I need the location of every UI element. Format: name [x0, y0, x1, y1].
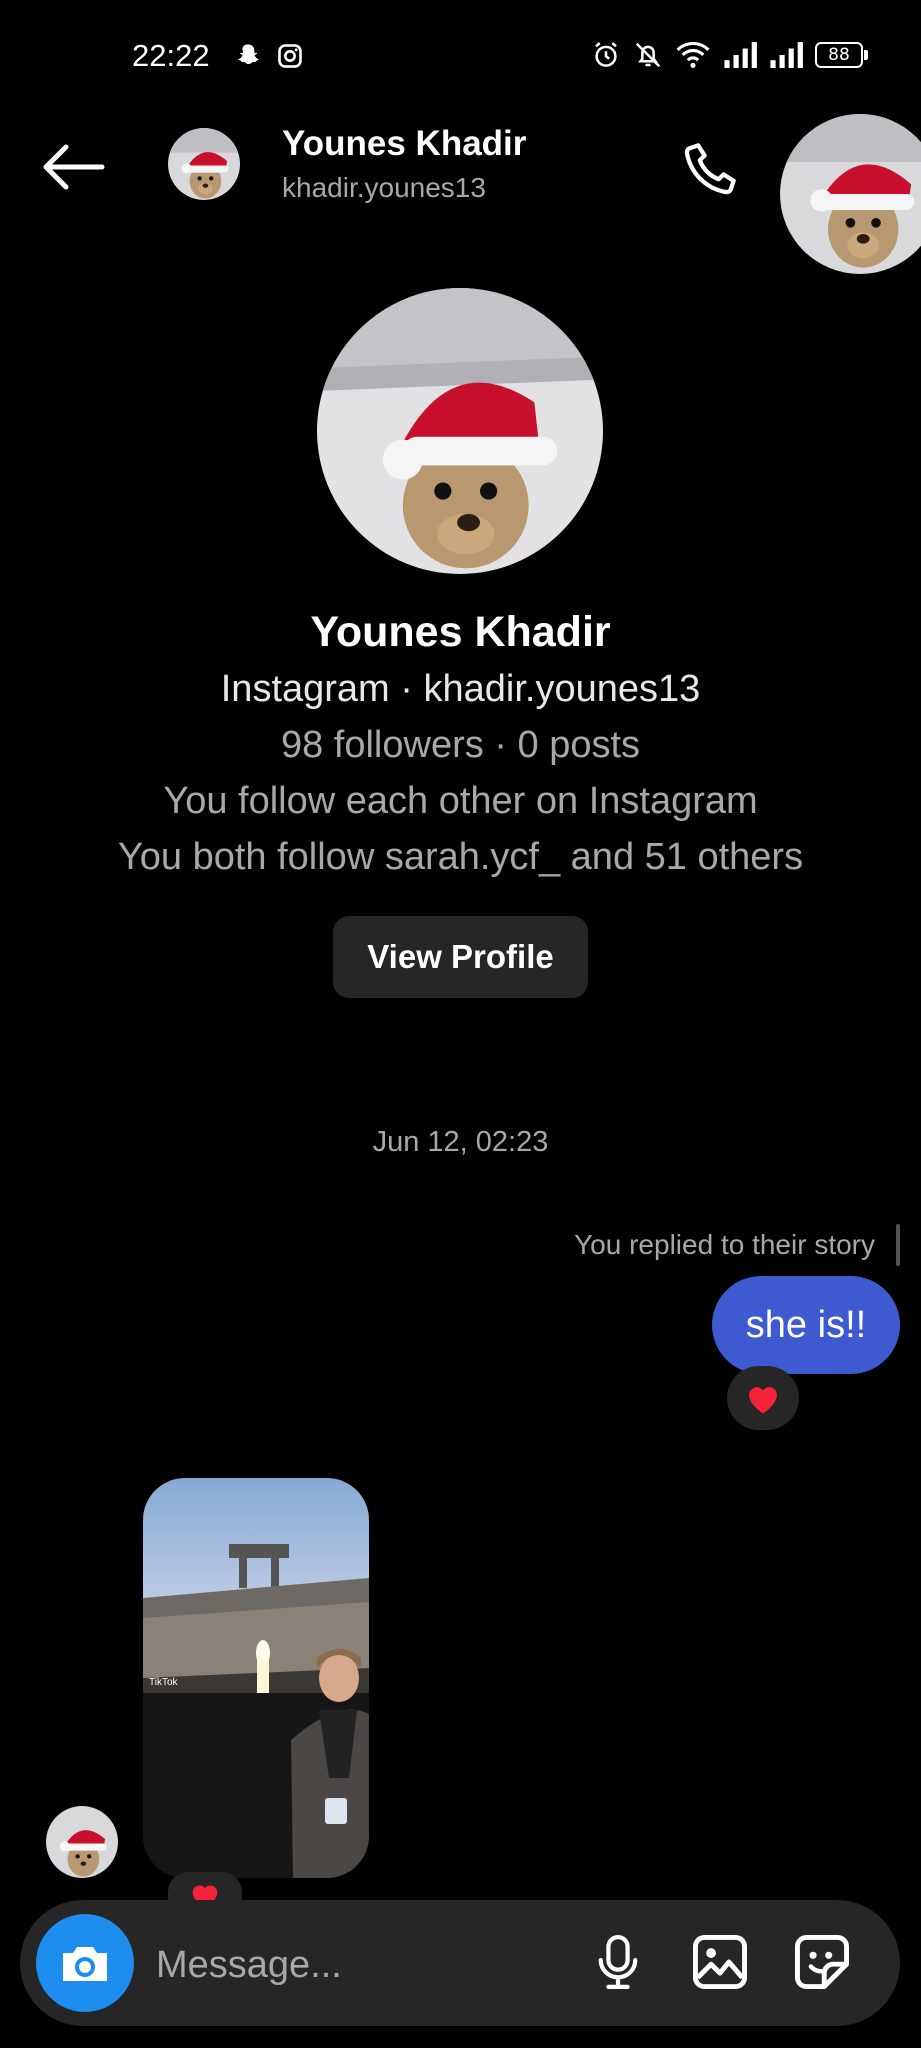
dog-santa-avatar-image	[168, 128, 240, 200]
header-username[interactable]: khadir.younes13	[282, 172, 486, 204]
header-avatar[interactable]	[168, 128, 240, 200]
message-reaction[interactable]	[727, 1366, 799, 1430]
back-arrow-icon[interactable]	[38, 140, 108, 194]
phone-call-icon[interactable]	[676, 136, 746, 200]
tiktok-watermark: TikTok	[149, 1677, 179, 1688]
sent-message-bubble[interactable]: she is!!	[712, 1276, 900, 1374]
heart-icon	[749, 1387, 777, 1414]
camera-button[interactable]	[36, 1914, 134, 2012]
message-timestamp: Jun 12, 02:23	[372, 1126, 549, 1158]
signal-icon	[724, 42, 757, 68]
status-time: 22:22	[132, 38, 210, 73]
story-reply-indicator	[896, 1224, 900, 1266]
signal-icon	[770, 42, 803, 68]
view-profile-button[interactable]: View Profile	[333, 916, 588, 998]
profile-mutual-follows[interactable]: You both follow sarah.ycf_ and 51 others	[0, 836, 921, 879]
image-gallery-icon	[693, 1935, 747, 1989]
profile-follow-status: You follow each other on Instagram	[163, 780, 758, 822]
microphone-button[interactable]	[586, 1930, 650, 1994]
profile-stats: 98 followers · 0 posts	[280, 724, 641, 766]
profile-name: Younes Khadir	[310, 608, 611, 656]
battery-icon: 88	[815, 42, 868, 68]
dog-santa-avatar-image	[780, 114, 921, 274]
alarm-icon	[595, 42, 617, 67]
wifi-icon	[676, 42, 710, 68]
sticker-icon	[795, 1935, 849, 1989]
battery-level: 88	[828, 45, 850, 65]
camera-icon	[63, 1947, 107, 1981]
shared-video-message[interactable]: TikTok	[143, 1478, 369, 1878]
status-left-icons	[234, 42, 304, 70]
dog-santa-avatar-image	[317, 288, 603, 574]
dog-santa-avatar-image	[46, 1806, 118, 1878]
muted-bell-icon	[635, 42, 661, 68]
profile-avatar[interactable]	[317, 288, 603, 574]
gallery-button[interactable]	[688, 1930, 752, 1994]
snapchat-icon	[238, 44, 259, 65]
message-input[interactable]	[154, 1938, 558, 1992]
instagram-icon	[278, 44, 302, 68]
concert-video-thumbnail: TikTok	[143, 1478, 369, 1878]
sender-avatar[interactable]	[46, 1806, 118, 1878]
status-right-icons: 88	[591, 40, 868, 70]
profile-platform-username: Instagram · khadir.younes13	[220, 668, 701, 710]
microphone-icon	[598, 1934, 638, 1990]
sticker-button[interactable]	[790, 1930, 854, 1994]
story-reply-note: You replied to their story	[574, 1229, 875, 1260]
header-name[interactable]: Younes Khadir	[282, 124, 526, 164]
floating-profile-avatar[interactable]	[780, 114, 921, 274]
